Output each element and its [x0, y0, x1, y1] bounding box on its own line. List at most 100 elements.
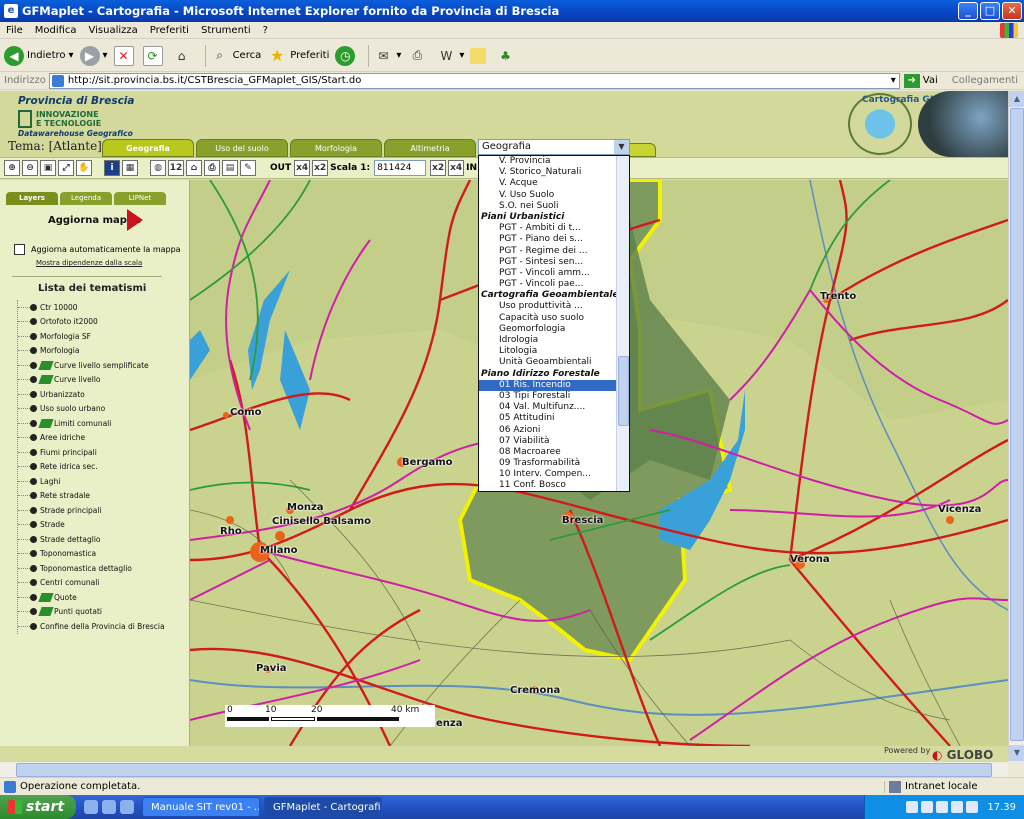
dropdown-option[interactable]: PGT - Sintesi sen... [479, 257, 629, 268]
menu-visualizza[interactable]: Visualizza [83, 25, 144, 36]
address-dropdown-icon[interactable]: ▾ [891, 75, 896, 86]
tray-misc-icon[interactable] [966, 801, 979, 813]
zoom-extent-icon[interactable]: ⤢ [58, 160, 74, 176]
layer-item[interactable]: Rete idrica sec. [18, 460, 187, 475]
zoom-out-x2-button[interactable]: x2 [312, 160, 329, 176]
layer-toggle-icon[interactable] [18, 506, 37, 514]
layer-item[interactable]: Aree idriche [18, 431, 187, 446]
start-button[interactable]: start [0, 795, 76, 819]
badge-12-icon[interactable]: 12 [168, 160, 184, 176]
layer-toggle-icon[interactable] [18, 550, 37, 558]
print-map-icon[interactable]: ⎙ [204, 160, 220, 176]
dropdown-option[interactable]: Litologia [479, 346, 629, 357]
dropdown-option[interactable]: V. Storico_Naturali [479, 167, 629, 178]
home-button[interactable]: ⌂ [172, 46, 195, 66]
layer-toggle-icon[interactable] [18, 579, 37, 587]
explorer-quicklaunch-icon[interactable] [120, 800, 134, 814]
dropdown-scrollbar[interactable] [616, 156, 629, 491]
update-map-button[interactable]: Aggiorna mappa [48, 209, 143, 231]
layer-toggle-icon[interactable] [18, 463, 37, 471]
vertical-scroll-thumb[interactable] [1010, 108, 1024, 741]
layer-toggle-icon[interactable] [18, 521, 37, 529]
horizontal-scroll-thumb[interactable] [16, 763, 992, 777]
layer-toggle-icon[interactable] [18, 318, 37, 326]
layer-toggle-icon[interactable] [18, 608, 37, 616]
menu-strumenti[interactable]: Strumenti [195, 25, 257, 36]
forward-button[interactable]: ▶ ▾ [79, 45, 108, 66]
dropdown-option[interactable]: PGT - Ambiti di t... [479, 223, 629, 234]
layer-toggle-icon[interactable] [18, 419, 37, 427]
pan-hand-icon[interactable]: ✋ [76, 160, 92, 176]
export-icon[interactable]: ▤ [222, 160, 238, 176]
mail-dropdown-icon[interactable]: ▾ [396, 50, 401, 61]
taskbar-item-gfmaplet[interactable]: GFMaplet - Cartografi... [264, 797, 382, 817]
dropdown-option[interactable]: 05 Attitudini [479, 413, 629, 424]
layer-item[interactable]: Fiumi principali [18, 445, 187, 460]
tab-lipnet[interactable]: LIPNet [114, 192, 166, 205]
chevron-down-icon[interactable]: ▼ [614, 140, 629, 154]
dropdown-option[interactable]: V. Uso Suolo [479, 190, 629, 201]
layer-item[interactable]: Quote [18, 590, 187, 605]
zoom-in-x2-button[interactable]: x2 [430, 160, 447, 176]
layer-item[interactable]: Strade principali [18, 503, 187, 518]
dropdown-option[interactable]: PGT - Regime dei ... [479, 246, 629, 257]
zoom-out-tool-icon[interactable]: ⊖ [22, 160, 38, 176]
dropdown-option[interactable]: 03 Tipi Forestali [479, 391, 629, 402]
scale-input[interactable]: 811424 [374, 160, 427, 176]
layer-toggle-icon[interactable] [18, 405, 37, 413]
messenger-button[interactable]: ♣ [495, 46, 518, 66]
clock[interactable]: 17.39 [987, 802, 1016, 813]
dropdown-option[interactable]: 09 Trasformabilità [479, 458, 629, 469]
theme-select[interactable]: Geografia ▼ [478, 139, 630, 155]
layer-item[interactable]: Punti quotati [18, 605, 187, 620]
history-button[interactable]: ◷ [335, 45, 358, 66]
tab-geografia[interactable]: Geografia [102, 139, 194, 157]
layer-item[interactable]: Morfologia SF [18, 329, 187, 344]
favorites-button[interactable]: ★ Preferiti [267, 46, 329, 66]
tray-shield-icon[interactable] [906, 801, 919, 813]
menu-file[interactable]: File [0, 25, 29, 36]
globe-icon[interactable]: ◍ [150, 160, 166, 176]
tray-volume-icon[interactable] [936, 801, 949, 813]
print-button[interactable]: ⎙ [407, 46, 430, 66]
layer-toggle-icon[interactable] [18, 390, 37, 398]
dropdown-option[interactable]: Geomorfologia [479, 324, 629, 335]
dropdown-option[interactable]: Capacità uso suolo [479, 313, 629, 324]
layer-toggle-icon[interactable] [18, 448, 37, 456]
close-button[interactable]: ✕ [1002, 2, 1022, 20]
zoom-in-tool-icon[interactable]: ⊕ [4, 160, 20, 176]
layer-toggle-icon[interactable] [18, 622, 37, 630]
go-button[interactable]: ➜ Vai [903, 73, 938, 88]
layer-toggle-icon[interactable] [18, 376, 37, 384]
measure-icon[interactable]: ✎ [240, 160, 256, 176]
theme-dropdown-list[interactable]: V. Provincia V. Storico_Naturali V. Acque V… [478, 155, 630, 492]
edit-button[interactable]: W ▾ [436, 46, 464, 66]
dropdown-option[interactable]: 11 Conf. Bosco [479, 480, 629, 491]
dropdown-option[interactable]: 06 Azioni [479, 425, 629, 436]
layer-toggle-icon[interactable] [18, 535, 37, 543]
menu-modifica[interactable]: Modifica [29, 25, 83, 36]
menu-help[interactable]: ? [257, 25, 274, 36]
layer-item[interactable]: Curve livello [18, 373, 187, 388]
tray-antivirus-icon[interactable] [951, 801, 964, 813]
scroll-up-icon[interactable]: ▲ [1009, 91, 1024, 107]
links-button[interactable]: Collegamenti [952, 75, 1018, 86]
search-button[interactable]: ⌕ Cerca [210, 46, 261, 66]
vertical-scrollbar[interactable]: ▲ ▼ [1008, 91, 1024, 761]
layer-item[interactable]: Centri comunali [18, 576, 187, 591]
layer-item[interactable]: Strade dettaglio [18, 532, 187, 547]
info-icon[interactable]: i [104, 160, 120, 176]
dropdown-option[interactable]: 07 Viabilità [479, 436, 629, 447]
dropdown-option[interactable]: PGT - Vincoli pae... [479, 279, 629, 290]
layer-item[interactable]: Curve livello semplificate [18, 358, 187, 373]
tab-legenda[interactable]: Legenda [60, 192, 112, 205]
layer-item[interactable]: Morfologia [18, 344, 187, 359]
dropdown-option[interactable]: V. Provincia [479, 156, 629, 167]
layer-item[interactable]: Limiti comunali [18, 416, 187, 431]
address-input[interactable]: http://sit.provincia.bs.it/CSTBrescia_GF… [48, 72, 900, 89]
layer-item[interactable]: Rete stradale [18, 489, 187, 504]
layer-toggle-icon[interactable] [18, 492, 37, 500]
tab-layers[interactable]: Layers [6, 192, 58, 205]
dropdown-option[interactable]: 10 Interv. Compen... [479, 469, 629, 480]
layer-toggle-icon[interactable] [18, 361, 37, 369]
